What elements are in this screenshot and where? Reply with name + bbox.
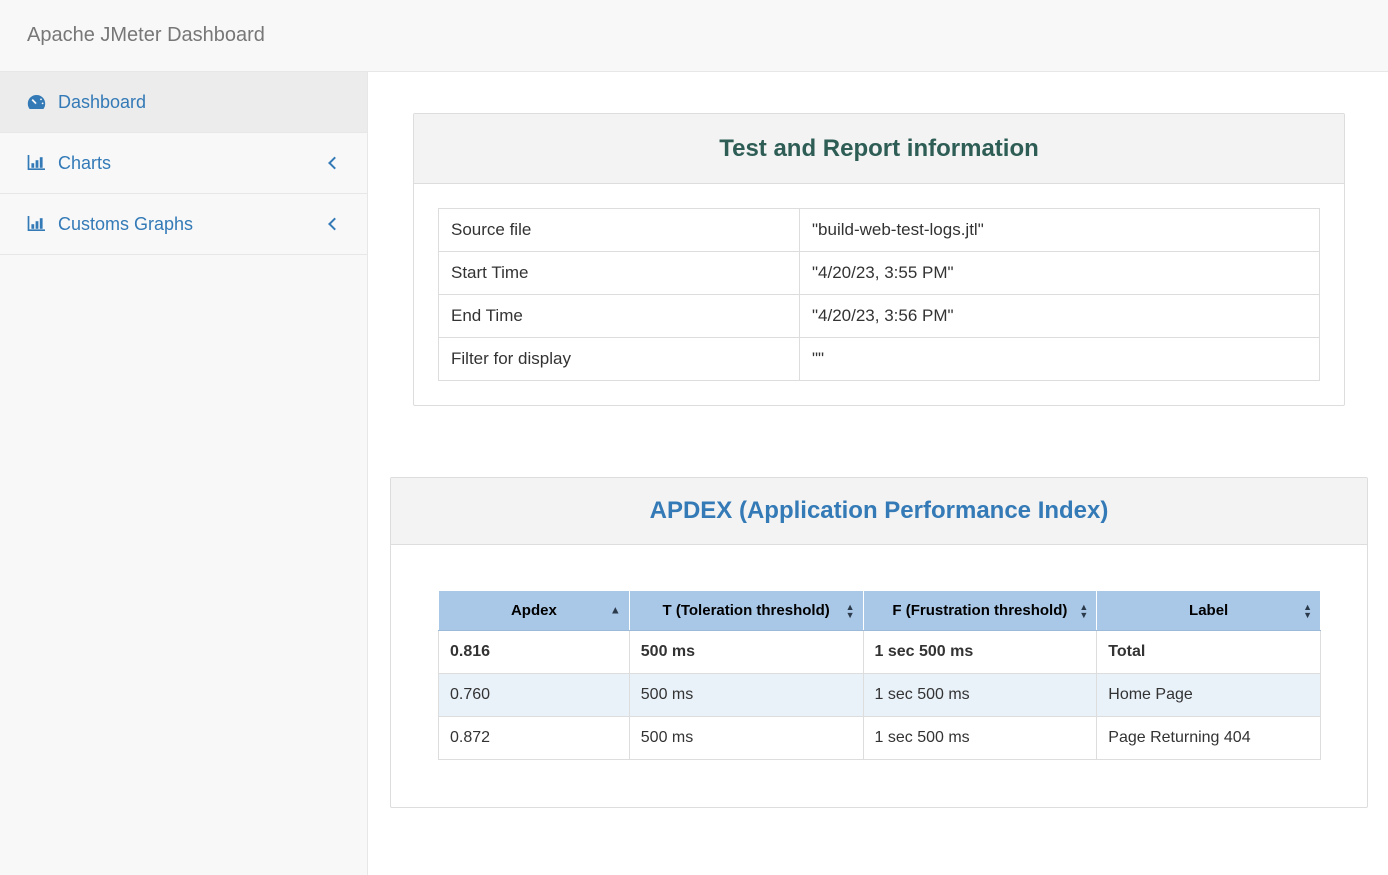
test-report-info-table: Source file "build-web-test-logs.jtl" St… — [438, 208, 1320, 381]
table-row: Start Time "4/20/23, 3:55 PM" — [439, 252, 1320, 295]
column-header-toleration[interactable]: T (Toleration threshold) ▲▼ — [629, 591, 863, 631]
sidebar-item-customs-graphs[interactable]: Customs Graphs — [0, 194, 367, 255]
table-row: 0.760 500 ms 1 sec 500 ms Home Page — [439, 674, 1321, 717]
test-report-info-body: Source file "build-web-test-logs.jtl" St… — [414, 184, 1344, 405]
toleration-value: 500 ms — [629, 717, 863, 760]
table-row: Filter for display "" — [439, 338, 1320, 381]
sidebar-item-charts[interactable]: Charts — [0, 133, 367, 194]
app-header: Apache JMeter Dashboard — [0, 0, 1388, 72]
frustration-value: 1 sec 500 ms — [863, 674, 1097, 717]
layout: Dashboard Charts — [0, 72, 1388, 875]
apdex-panel: APDEX (Application Performance Index) Ap… — [390, 477, 1368, 808]
table-row: End Time "4/20/23, 3:56 PM" — [439, 295, 1320, 338]
table-row: 0.816 500 ms 1 sec 500 ms Total — [439, 631, 1321, 674]
toleration-value: 500 ms — [629, 674, 863, 717]
sort-both-icon: ▲▼ — [846, 603, 855, 619]
label-value: Home Page — [1097, 674, 1321, 717]
bar-chart-icon — [27, 216, 49, 232]
label-value: Page Returning 404 — [1097, 717, 1321, 760]
apdex-body: Apdex ▲ T (Toleration threshold) ▲▼ F (F… — [391, 545, 1367, 807]
apdex-table: Apdex ▲ T (Toleration threshold) ▲▼ F (F… — [438, 590, 1321, 760]
column-header-label: Apdex — [511, 602, 557, 619]
tachometer-icon — [27, 94, 49, 110]
apdex-value: 0.872 — [439, 717, 630, 760]
chevron-left-icon — [328, 218, 341, 231]
column-header-label: F (Frustration threshold) — [892, 602, 1067, 619]
sidebar-item-label: Charts — [58, 153, 111, 174]
test-report-info-heading: Test and Report information — [414, 114, 1344, 184]
sidebar-item-dashboard[interactable]: Dashboard — [0, 72, 367, 133]
app-title: Apache JMeter Dashboard — [27, 24, 265, 47]
info-label: Filter for display — [439, 338, 800, 381]
panel-title-apdex: APDEX (Application Performance Index) — [650, 497, 1109, 525]
label-value: Total — [1097, 631, 1321, 674]
table-row: 0.872 500 ms 1 sec 500 ms Page Returning… — [439, 717, 1321, 760]
main-content: Test and Report information Source file … — [368, 72, 1388, 875]
chevron-left-icon — [328, 157, 341, 170]
info-label: Source file — [439, 209, 800, 252]
apdex-header-row: Apdex ▲ T (Toleration threshold) ▲▼ F (F… — [439, 591, 1321, 631]
frustration-value: 1 sec 500 ms — [863, 631, 1097, 674]
column-header-apdex[interactable]: Apdex ▲ — [439, 591, 630, 631]
frustration-value: 1 sec 500 ms — [863, 717, 1097, 760]
table-row: Source file "build-web-test-logs.jtl" — [439, 209, 1320, 252]
info-value: "4/20/23, 3:55 PM" — [800, 252, 1320, 295]
column-header-frustration[interactable]: F (Frustration threshold) ▲▼ — [863, 591, 1097, 631]
sidebar-item-label: Customs Graphs — [58, 214, 193, 235]
info-label: Start Time — [439, 252, 800, 295]
bar-chart-icon — [27, 155, 49, 171]
test-report-info-panel: Test and Report information Source file … — [413, 113, 1345, 406]
panel-title-test-report-info: Test and Report information — [719, 135, 1039, 163]
info-value: "4/20/23, 3:56 PM" — [800, 295, 1320, 338]
column-header-label-col[interactable]: Label ▲▼ — [1097, 591, 1321, 631]
sort-ascending-icon: ▲ — [610, 605, 621, 616]
toleration-value: 500 ms — [629, 631, 863, 674]
sidebar: Dashboard Charts — [0, 72, 368, 875]
apdex-value: 0.760 — [439, 674, 630, 717]
sort-both-icon: ▲▼ — [1303, 603, 1312, 619]
info-label: End Time — [439, 295, 800, 338]
apdex-heading: APDEX (Application Performance Index) — [391, 478, 1367, 545]
info-value: "build-web-test-logs.jtl" — [800, 209, 1320, 252]
sidebar-item-label: Dashboard — [58, 92, 146, 113]
column-header-label: T (Toleration threshold) — [663, 602, 830, 619]
info-value: "" — [800, 338, 1320, 381]
sort-both-icon: ▲▼ — [1079, 603, 1088, 619]
column-header-label: Label — [1189, 602, 1228, 619]
apdex-value: 0.816 — [439, 631, 630, 674]
